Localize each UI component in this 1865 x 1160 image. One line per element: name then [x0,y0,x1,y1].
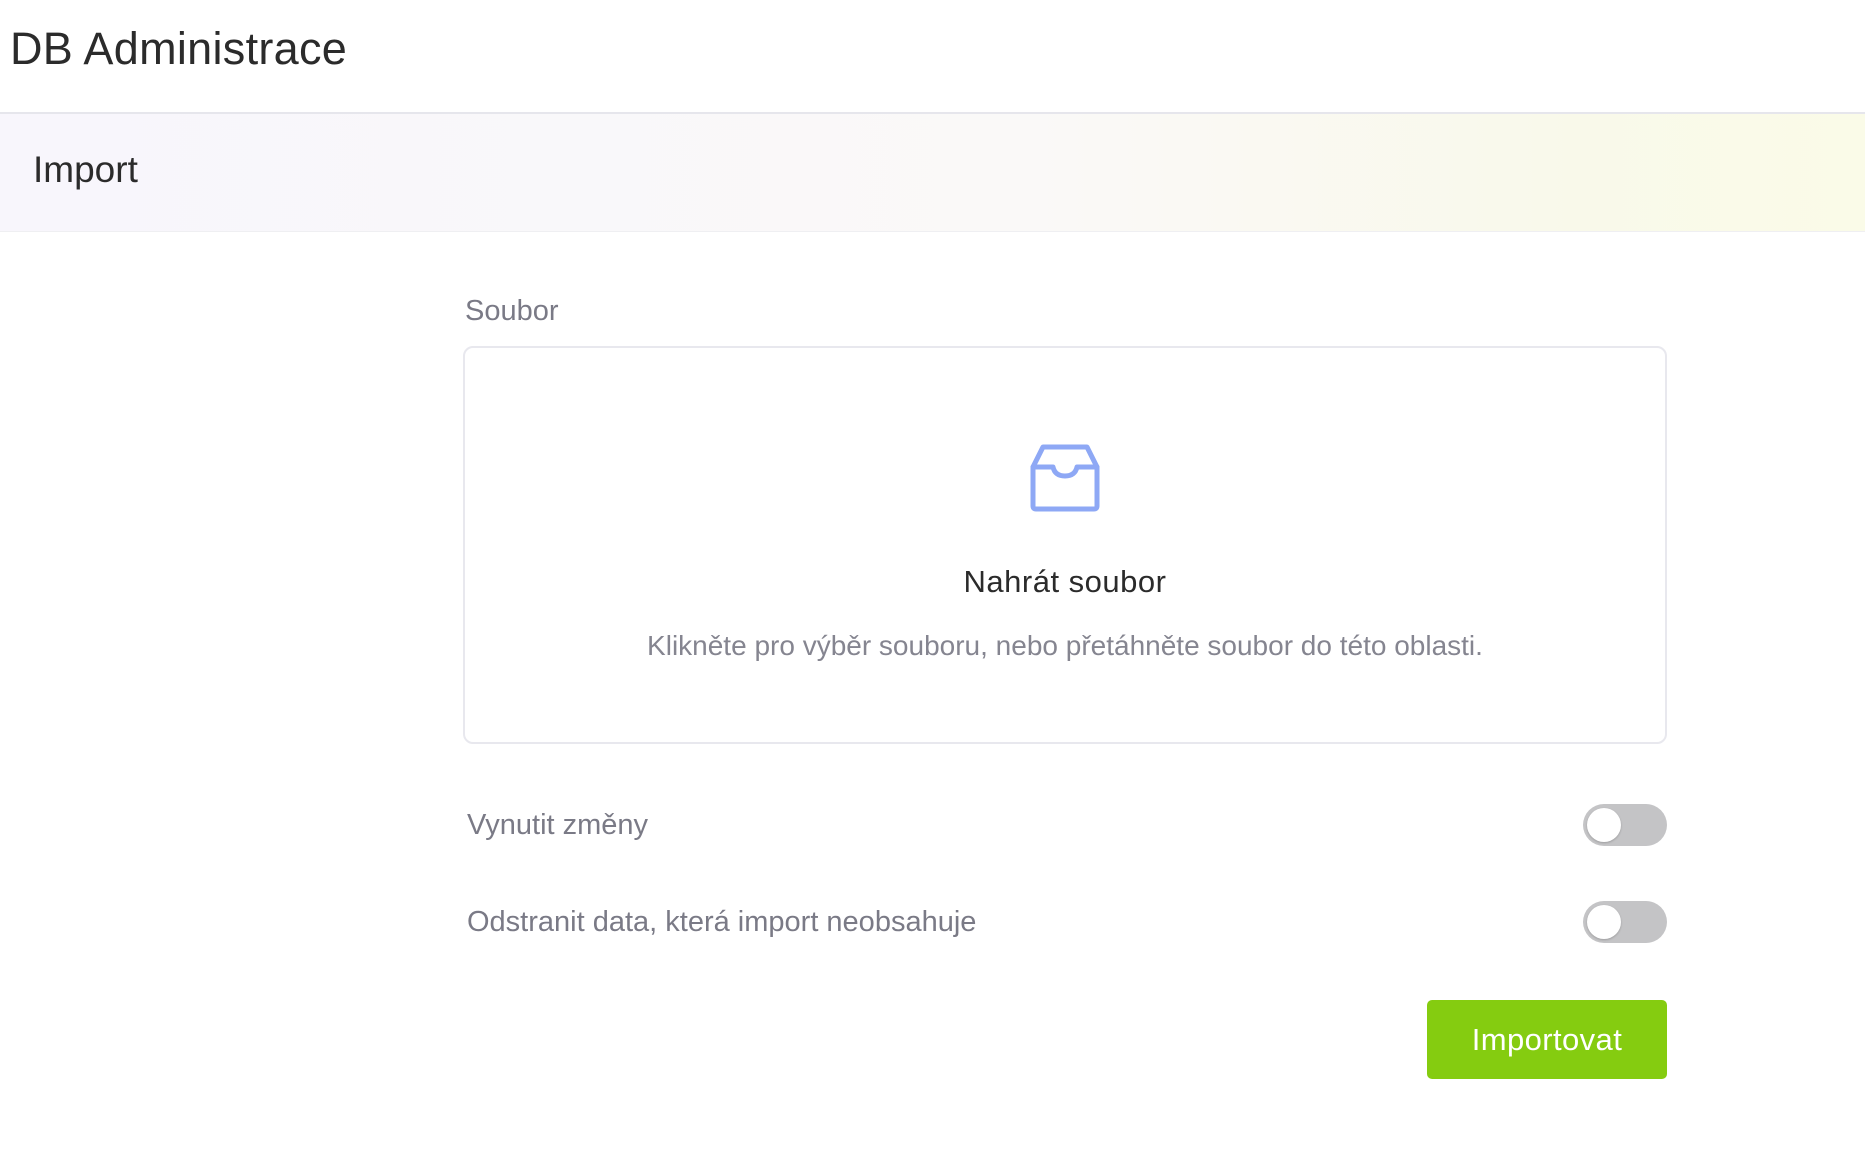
app-header: DB Administrace [0,0,1865,114]
upload-hint: Klikněte pro výběr souboru, nebo přetáhn… [647,630,1483,661]
delete-missing-row: Odstranit data, která import neobsahuje [463,900,1667,944]
force-changes-toggle[interactable] [1583,804,1667,846]
file-field-label: Soubor [465,295,559,327]
import-form: Soubor Nahrát soubor Klikněte pro výběr … [463,293,1667,1079]
form-actions: Importovat [463,1000,1667,1079]
page-header: Import [0,114,1865,232]
inbox-icon [1030,444,1100,512]
toggle-knob [1587,905,1621,939]
upload-title: Nahrát soubor [963,564,1167,599]
toggle-knob [1587,808,1621,842]
import-button[interactable]: Importovat [1427,1000,1667,1079]
force-changes-row: Vynutit změny [463,803,1667,847]
force-changes-label: Vynutit změny [467,808,649,841]
delete-missing-label: Odstranit data, která import neobsahuje [467,905,977,938]
file-dropzone[interactable]: Nahrát soubor Klikněte pro výběr souboru… [463,346,1667,744]
page-title: Import [33,148,138,190]
delete-missing-toggle[interactable] [1583,901,1667,943]
app-title: DB Administrace [10,23,348,74]
